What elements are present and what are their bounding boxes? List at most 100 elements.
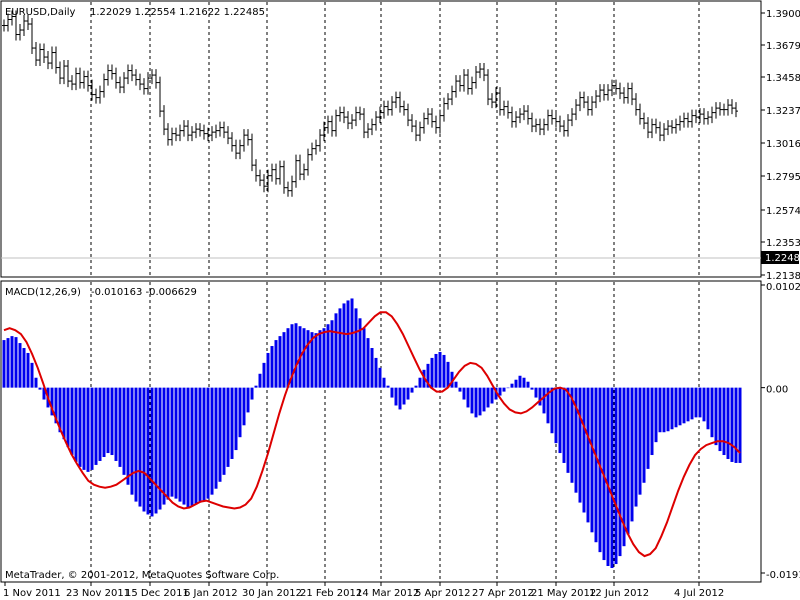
- macd-values: -0.010163 -0.006629: [91, 287, 197, 298]
- macd-hist-bar: [198, 387, 202, 503]
- macd-hist-bar: [154, 387, 158, 514]
- macd-hist-bar: [642, 387, 646, 483]
- macd-hist-bar: [166, 387, 170, 500]
- macd-hist-bar: [234, 387, 238, 451]
- macd-hist-bar: [658, 387, 662, 433]
- macd-hist-bar: [230, 387, 234, 459]
- price-axis-label: 1.34580: [766, 73, 800, 84]
- macd-hist-bar: [654, 387, 658, 443]
- current-price-label: 1.22485: [765, 253, 800, 264]
- macd-hist-bar: [258, 373, 262, 388]
- macd-hist-bar: [434, 353, 438, 388]
- time-tick-label: 1 Nov 2011: [3, 588, 61, 599]
- macd-hist-bar: [350, 298, 354, 388]
- macd-hist-bar: [710, 387, 714, 438]
- macd-hist-bar: [282, 332, 286, 388]
- macd-hist-bar: [178, 387, 182, 502]
- macd-hist-bar: [638, 387, 642, 495]
- macd-hist-bar: [134, 387, 138, 502]
- time-tick-label: 15 Dec 2011: [125, 588, 189, 599]
- macd-hist-bar: [202, 387, 206, 501]
- price-axis-label: 1.23530: [766, 238, 800, 249]
- macd-hist-bar: [98, 387, 102, 461]
- macd-hist-bar: [470, 387, 474, 414]
- macd-hist-bar: [82, 387, 86, 470]
- macd-hist-bar: [430, 357, 434, 388]
- macd-hist-bar: [38, 387, 42, 390]
- macd-hist-bar: [118, 387, 122, 467]
- macd-hist-bar: [222, 387, 226, 475]
- macd-hist-bar: [402, 387, 406, 405]
- macd-hist-bar: [322, 328, 326, 388]
- macd-hist-bar: [114, 387, 118, 461]
- macd-hist-bar: [410, 387, 414, 393]
- macd-hist-bar: [278, 336, 282, 388]
- macd-hist-bar: [382, 377, 386, 388]
- macd-hist-bar: [562, 387, 566, 463]
- macd-hist-bar: [194, 387, 198, 505]
- time-tick-label: 4 Jul 2012: [674, 588, 724, 599]
- macd-hist-bar: [734, 387, 738, 463]
- macd-hist-bar: [674, 387, 678, 428]
- time-tick-label: 6 Jan 2012: [184, 588, 238, 599]
- price-axis-label: 1.39000: [766, 9, 800, 20]
- ohlc-label: 1.22029 1.22554 1.21622 1.22485: [90, 7, 265, 18]
- time-tick-label: 27 Apr 2012: [472, 588, 534, 599]
- macd-hist-bar: [6, 338, 10, 388]
- macd-hist-bar: [686, 387, 690, 422]
- macd-hist-bar: [502, 387, 506, 392]
- symbol-label: EURUSD,Daily: [5, 7, 76, 18]
- time-tick-label: 21 Feb 2012: [300, 588, 362, 599]
- macd-hist-bar: [386, 385, 390, 388]
- macd-hist-bar: [378, 367, 382, 388]
- macd-hist-bar: [522, 377, 526, 388]
- time-tick-label: 30 Jan 2012: [242, 588, 302, 599]
- macd-hist-bar: [726, 387, 730, 459]
- macd-hist-bar: [242, 387, 246, 426]
- macd-hist-bar: [90, 387, 94, 470]
- macd-hist-bar: [418, 377, 422, 388]
- macd-hist-bar: [690, 387, 694, 420]
- macd-hist-bar: [190, 387, 194, 507]
- macd-hist-bar: [214, 387, 218, 489]
- macd-hist-bar: [506, 387, 510, 389]
- macd-hist-bar: [182, 387, 186, 505]
- macd-hist-bar: [682, 387, 686, 424]
- macd-hist-bar: [370, 348, 374, 388]
- macd-hist-bar: [394, 387, 398, 406]
- macd-hist-bar: [554, 387, 558, 444]
- time-tick-label: 23 Nov 2011: [66, 588, 130, 599]
- macd-hist-bar: [594, 387, 598, 543]
- metatrader-chart[interactable]: 1.39000 1.36790 1.34580 1.32370 1.30160 1.279…: [0, 0, 800, 600]
- macd-hist-bar: [238, 387, 242, 438]
- macd-hist-bar: [414, 385, 418, 388]
- macd-hist-bar: [530, 387, 534, 390]
- macd-hist-bar: [538, 387, 542, 406]
- macd-hist-bar: [86, 387, 90, 472]
- macd-hist-bar: [590, 387, 594, 533]
- macd-hist-bar: [130, 387, 134, 495]
- macd-axis-label: 0.010258: [766, 282, 800, 293]
- macd-hist-bar: [406, 387, 410, 400]
- time-tick-label: 5 Apr 2012: [415, 588, 470, 599]
- macd-hist-bar: [634, 387, 638, 507]
- macd-axis-label: 0.00: [766, 385, 788, 396]
- macd-hist-bar: [142, 387, 146, 512]
- macd-hist-bar: [266, 352, 270, 388]
- macd-hist-bar: [218, 387, 222, 482]
- macd-hist-bar: [314, 333, 318, 388]
- macd-hist-bar: [286, 328, 290, 388]
- macd-hist-bar: [586, 387, 590, 523]
- macd-hist-bar: [618, 387, 622, 557]
- macd-hist-bar: [66, 387, 70, 448]
- macd-hist-bar: [390, 387, 394, 398]
- macd-hist-bar: [342, 303, 346, 388]
- macd-hist-bar: [2, 340, 6, 388]
- macd-hist-bar: [22, 348, 26, 388]
- macd-hist-bar: [438, 351, 442, 388]
- price-axis-label: 1.32370: [766, 106, 800, 117]
- macd-hist-bar: [670, 387, 674, 430]
- macd-hist-bar: [246, 387, 250, 413]
- price-axis-label: 1.27950: [766, 172, 800, 183]
- macd-hist-bar: [578, 387, 582, 503]
